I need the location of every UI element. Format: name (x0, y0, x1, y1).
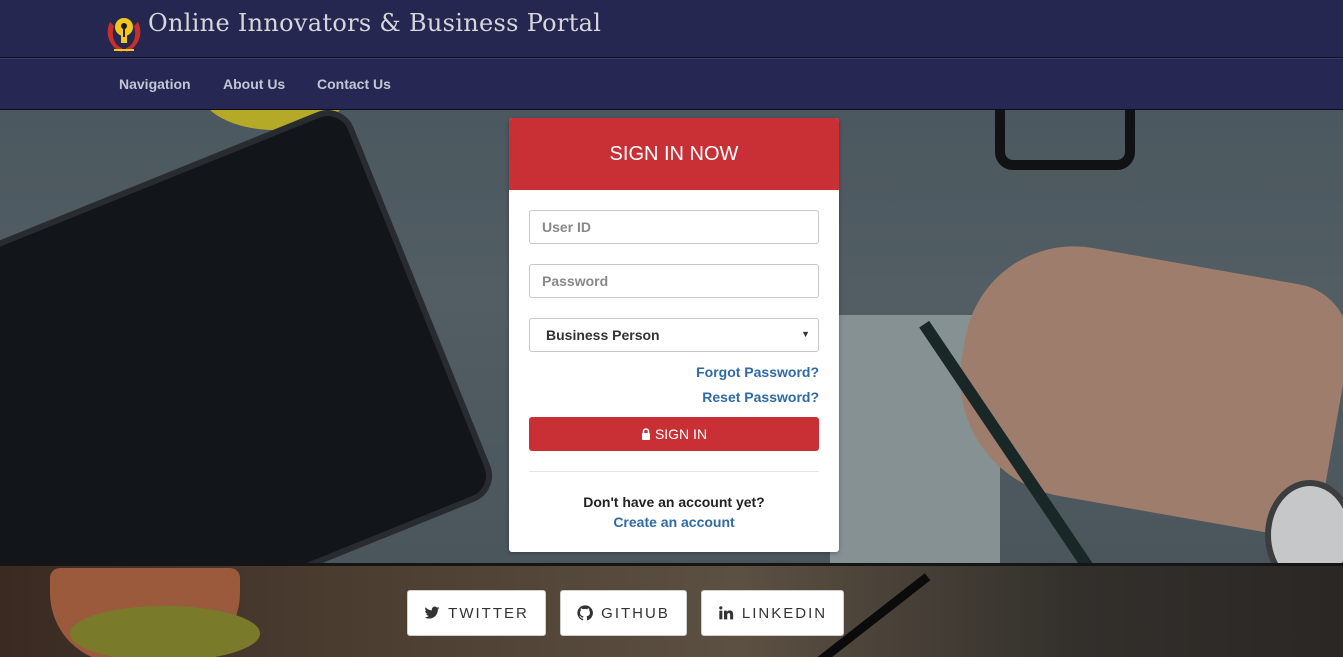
twitter-icon (424, 606, 440, 619)
user-id-input[interactable] (529, 210, 819, 244)
site-title[interactable]: Online Innovators & Business Portal (148, 9, 601, 37)
role-select-value: Business Person (546, 327, 660, 343)
sign-in-label: SIGN IN (654, 426, 708, 442)
linkedin-label: LINKEDIN (741, 604, 828, 622)
nav-navigation[interactable]: Navigation (119, 76, 191, 92)
logo-icon[interactable] (104, 12, 144, 54)
password-input[interactable] (529, 264, 819, 298)
nav-contact-us[interactable]: Contact Us (317, 76, 391, 92)
no-account-text: Don't have an account yet? (583, 494, 765, 510)
main-nav: Navigation About Us Contact Us (0, 58, 1343, 110)
divider (529, 471, 819, 472)
twitter-button[interactable]: TWITTER (407, 590, 546, 636)
dropdown-arrow-icon: ▼ (801, 329, 810, 339)
reset-password-link[interactable]: Reset Password? (702, 389, 819, 405)
twitter-label: TWITTER (448, 604, 529, 622)
sign-in-button[interactable]: SIGN IN (529, 417, 819, 451)
github-label: GITHUB (601, 604, 670, 622)
login-heading: SIGN IN NOW (509, 118, 839, 190)
github-button[interactable]: GITHUB (560, 590, 687, 636)
lock-icon (641, 428, 650, 440)
linkedin-button[interactable]: LINKEDIN (701, 590, 844, 636)
forgot-password-link[interactable]: Forgot Password? (696, 364, 819, 380)
create-account-link[interactable]: Create an account (509, 514, 839, 530)
linkedin-icon (719, 606, 734, 620)
role-select[interactable]: Business Person ▼ (529, 318, 819, 352)
github-icon (577, 605, 594, 621)
nav-about-us[interactable]: About Us (223, 76, 285, 92)
background-plant (70, 606, 260, 657)
login-card: SIGN IN NOW Business Person ▼ Forgot Pas… (509, 118, 839, 552)
top-header: Online Innovators & Business Portal (0, 0, 1343, 58)
